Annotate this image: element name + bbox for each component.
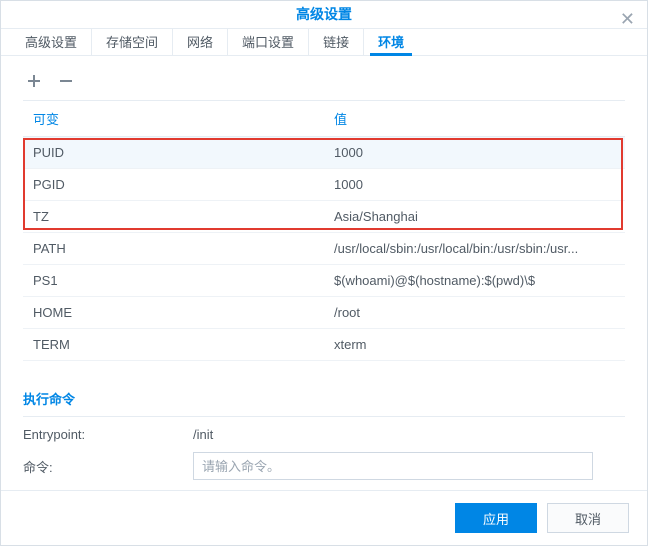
cell-value: Asia/Shanghai: [324, 201, 625, 233]
tab-3[interactable]: 端口设置: [228, 29, 309, 56]
cell-variable: TERM: [23, 329, 324, 361]
cell-value: /root: [324, 297, 625, 329]
footer: 应用 取消: [1, 490, 647, 545]
cell-variable: PS1: [23, 265, 324, 297]
entrypoint-value: /init: [193, 427, 213, 442]
cell-variable: HOME: [23, 297, 324, 329]
cell-variable: PATH: [23, 233, 324, 265]
tabs: 高级设置存储空间网络端口设置链接环境: [1, 29, 647, 57]
titlebar: 高级设置 ✕: [1, 1, 647, 29]
entrypoint-row: Entrypoint: /init: [23, 427, 625, 442]
table-header-row: 可变 值: [23, 101, 625, 137]
cell-value: $(whoami)@$(hostname):$(pwd)\$: [324, 265, 625, 297]
cancel-button[interactable]: 取消: [547, 503, 629, 533]
advanced-settings-dialog: 高级设置 ✕ 高级设置存储空间网络端口设置链接环境 可变 值 PUID1000P…: [0, 0, 648, 546]
table-row[interactable]: PGID1000: [23, 169, 625, 201]
table-row[interactable]: HOME/root: [23, 297, 625, 329]
table-row[interactable]: PS1$(whoami)@$(hostname):$(pwd)\$: [23, 265, 625, 297]
cell-value: /usr/local/sbin:/usr/local/bin:/usr/sbin…: [324, 233, 625, 265]
cell-variable: PUID: [23, 137, 324, 169]
table-row[interactable]: TZAsia/Shanghai: [23, 201, 625, 233]
tab-5[interactable]: 环境: [364, 29, 418, 56]
table-row[interactable]: PATH/usr/local/sbin:/usr/local/bin:/usr/…: [23, 233, 625, 265]
header-variable[interactable]: 可变: [23, 101, 324, 137]
table-row[interactable]: PUID1000: [23, 137, 625, 169]
tab-1[interactable]: 存储空间: [92, 29, 173, 56]
command-input[interactable]: [193, 452, 593, 480]
cell-variable: TZ: [23, 201, 324, 233]
cell-value: 1000: [324, 169, 625, 201]
header-value[interactable]: 值: [324, 101, 625, 137]
entrypoint-label: Entrypoint:: [23, 427, 193, 442]
toolbar: [23, 66, 625, 100]
apply-button[interactable]: 应用: [455, 503, 537, 533]
content-area: 可变 值 PUID1000PGID1000TZAsia/ShanghaiPATH…: [1, 56, 647, 490]
divider: [23, 416, 625, 417]
command-label: 命令:: [23, 457, 193, 476]
tab-0[interactable]: 高级设置: [11, 29, 92, 56]
add-icon[interactable]: [25, 72, 43, 90]
remove-icon[interactable]: [57, 72, 75, 90]
dialog-title: 高级设置: [296, 4, 352, 24]
table-row[interactable]: TERMxterm: [23, 329, 625, 361]
command-row: 命令:: [23, 452, 625, 480]
close-icon[interactable]: ✕: [620, 9, 635, 30]
cell-variable: PGID: [23, 169, 324, 201]
tab-2[interactable]: 网络: [173, 29, 228, 56]
cell-value: xterm: [324, 329, 625, 361]
exec-section-title: 执行命令: [23, 389, 625, 408]
cell-value: 1000: [324, 137, 625, 169]
tab-4[interactable]: 链接: [309, 29, 364, 56]
env-vars-table: 可变 值 PUID1000PGID1000TZAsia/ShanghaiPATH…: [23, 100, 625, 361]
